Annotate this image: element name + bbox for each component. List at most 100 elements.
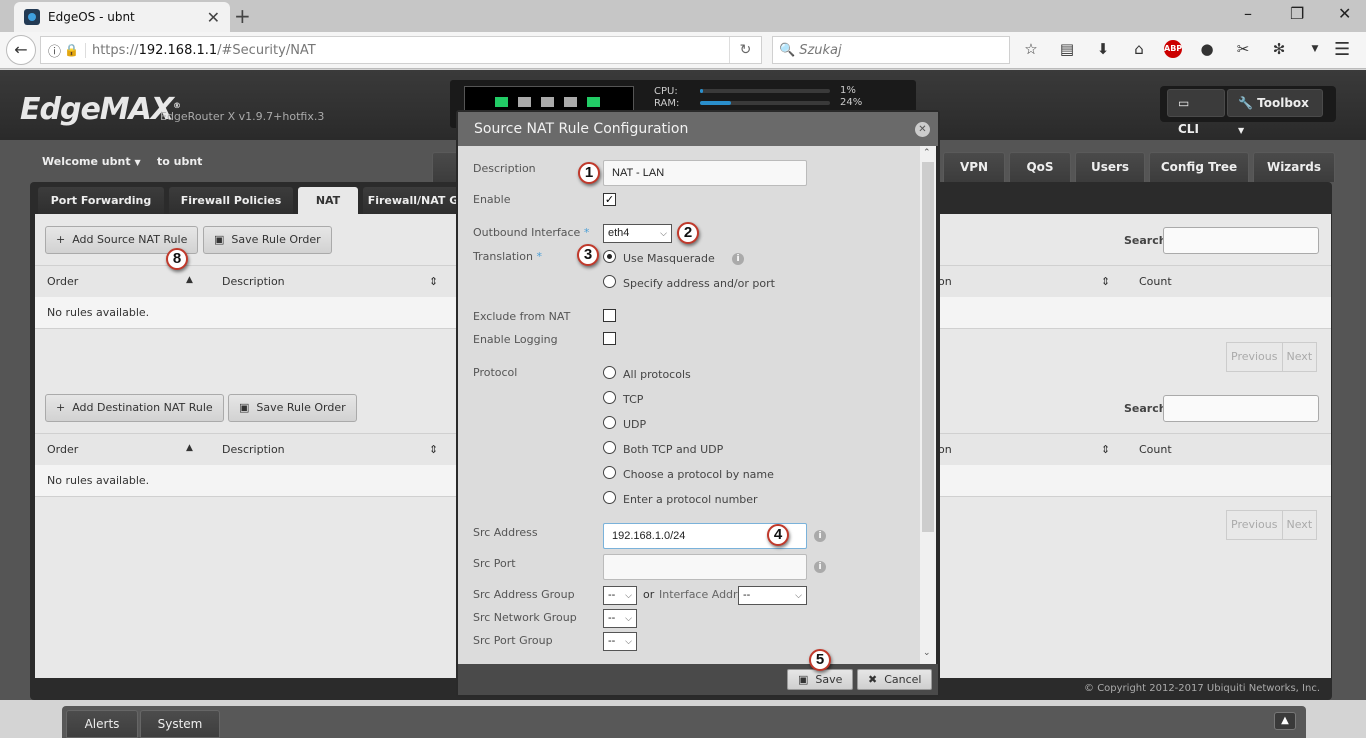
info-icon[interactable]: ⓘ bbox=[48, 41, 61, 60]
description-input[interactable]: NAT - LAN bbox=[603, 160, 807, 186]
new-tab-icon[interactable]: + bbox=[234, 4, 251, 28]
interface-addr-select[interactable]: -- ⌵ bbox=[738, 586, 807, 605]
next-button[interactable]: Next bbox=[1281, 511, 1317, 539]
next-button[interactable]: Next bbox=[1281, 343, 1317, 371]
scroll-down-icon[interactable]: ⌄ bbox=[923, 648, 931, 658]
outbound-interface-select[interactable]: eth4 ⌵ bbox=[603, 224, 672, 243]
or-label: or bbox=[643, 588, 655, 601]
src-port-group-label: Src Port Group bbox=[473, 634, 553, 647]
save-rule-order-button[interactable]: ▣ Save Rule Order bbox=[203, 226, 332, 254]
url-text[interactable]: https://192.168.1.1/#Security/NAT bbox=[84, 42, 316, 58]
ethernet-port-icon bbox=[495, 97, 508, 107]
previous-button[interactable]: Previous bbox=[1227, 343, 1282, 371]
masquerade-radio[interactable] bbox=[603, 250, 616, 263]
nav-tab-qos[interactable]: QoS bbox=[1009, 152, 1071, 182]
column-order[interactable]: Order bbox=[47, 275, 78, 288]
enable-logging-checkbox[interactable] bbox=[603, 332, 616, 345]
chevron-down-icon: ⌵ bbox=[660, 228, 667, 238]
src-address-group-select[interactable]: -- ⌵ bbox=[603, 586, 637, 605]
exclude-from-nat-checkbox[interactable] bbox=[603, 309, 616, 322]
protocol-all-radio[interactable] bbox=[603, 366, 616, 379]
dest-nat-pager: Previous Next bbox=[1226, 510, 1318, 540]
extension-icon[interactable]: ✻ bbox=[1268, 40, 1290, 58]
dest-nat-search-input[interactable] bbox=[1163, 395, 1319, 422]
info-icon[interactable]: i bbox=[814, 561, 826, 573]
adblock-icon[interactable]: ABP bbox=[1164, 40, 1182, 58]
screenshot-icon[interactable]: ✂ bbox=[1232, 40, 1254, 58]
save-icon: ▣ bbox=[798, 673, 809, 686]
overflow-dropdown-icon[interactable]: ▼ bbox=[1304, 44, 1326, 54]
menu-icon[interactable]: ☰ bbox=[1334, 39, 1350, 60]
bookmark-star-icon[interactable]: ☆ bbox=[1020, 40, 1042, 58]
save-button[interactable]: ▣ Save bbox=[787, 669, 854, 690]
protocol-option-label: All protocols bbox=[623, 368, 691, 381]
home-icon[interactable]: ⌂ bbox=[1128, 40, 1150, 58]
protocol-udp-radio[interactable] bbox=[603, 416, 616, 429]
protocol-tcp-radio[interactable] bbox=[603, 391, 616, 404]
cli-button[interactable]: ▭ CLI bbox=[1167, 89, 1225, 136]
previous-button[interactable]: Previous bbox=[1227, 511, 1282, 539]
reading-list-icon[interactable]: ▤ bbox=[1056, 40, 1078, 58]
dialog-body: Description NAT - LAN 1 Enable ✓ Outboun… bbox=[458, 146, 936, 664]
info-icon[interactable]: i bbox=[732, 253, 744, 265]
welcome-user-menu[interactable]: Welcome ubnt ▼ bbox=[42, 155, 141, 168]
column-description[interactable]: Description bbox=[222, 443, 285, 456]
minimize-icon[interactable]: – bbox=[1244, 4, 1252, 23]
column-count[interactable]: Count bbox=[1139, 443, 1172, 456]
browser-tab[interactable]: EdgeOS - ubnt ✕ bbox=[14, 2, 230, 32]
column-order[interactable]: Order bbox=[47, 443, 78, 456]
subtab-firewall-policies[interactable]: Firewall Policies bbox=[169, 187, 293, 215]
expand-up-icon[interactable]: ▲ bbox=[1274, 712, 1296, 730]
src-network-group-select[interactable]: -- ⌵ bbox=[603, 609, 637, 628]
add-destination-nat-rule-button[interactable]: + Add Destination NAT Rule bbox=[45, 394, 224, 422]
column-description[interactable]: Description bbox=[222, 275, 285, 288]
empty-message: No rules available. bbox=[47, 474, 150, 487]
address-bar[interactable]: ⓘ 🔒 https://192.168.1.1/#Security/NAT ↻ bbox=[40, 36, 762, 64]
subtab-firewall-nat-groups[interactable]: Firewall/NAT G bbox=[363, 187, 463, 215]
cancel-button[interactable]: ✖ Cancel bbox=[857, 669, 933, 690]
lock-warning-icon[interactable]: 🔒 bbox=[64, 43, 79, 57]
cpu-value: 1% bbox=[840, 85, 856, 96]
sort-icon[interactable]: ⇕ bbox=[1101, 275, 1110, 288]
info-icon[interactable]: i bbox=[814, 530, 826, 542]
close-icon[interactable]: ✕ bbox=[915, 122, 930, 137]
subtab-nat[interactable]: NAT bbox=[298, 187, 358, 215]
nav-tab-wizards[interactable]: Wizards bbox=[1253, 152, 1335, 182]
alerts-button[interactable]: Alerts bbox=[66, 710, 138, 738]
subtab-port-forwarding[interactable]: Port Forwarding bbox=[38, 187, 164, 215]
close-tab-icon[interactable]: ✕ bbox=[207, 8, 220, 27]
save-rule-order-button[interactable]: ▣ Save Rule Order bbox=[228, 394, 357, 422]
nav-tab-config-tree[interactable]: Config Tree bbox=[1149, 152, 1249, 182]
sort-icon[interactable]: ⇕ bbox=[429, 443, 438, 456]
download-icon[interactable]: ⬇ bbox=[1092, 40, 1114, 58]
color-picker-icon[interactable]: ● bbox=[1196, 40, 1218, 58]
dialog-scrollbar[interactable]: ⌃ ⌄ bbox=[920, 146, 936, 664]
protocol-number-radio[interactable] bbox=[603, 491, 616, 504]
protocol-tcp-udp-radio[interactable] bbox=[603, 441, 616, 454]
sort-asc-icon[interactable]: ▲ bbox=[186, 275, 193, 285]
close-window-icon[interactable]: ✕ bbox=[1338, 4, 1351, 23]
scroll-up-icon[interactable]: ⌃ bbox=[923, 148, 931, 158]
protocol-by-name-radio[interactable] bbox=[603, 466, 616, 479]
system-button[interactable]: System bbox=[140, 710, 220, 738]
sort-asc-icon[interactable]: ▲ bbox=[186, 443, 193, 453]
back-icon[interactable]: ← bbox=[6, 35, 36, 65]
terminal-icon: ▭ bbox=[1178, 96, 1190, 110]
specify-address-radio[interactable] bbox=[603, 275, 616, 288]
nav-tab-vpn[interactable]: VPN bbox=[943, 152, 1005, 182]
exclude-from-nat-label: Exclude from NAT bbox=[473, 310, 571, 323]
chevron-down-icon: ▼ bbox=[134, 158, 141, 167]
enable-checkbox[interactable]: ✓ bbox=[603, 193, 616, 206]
restore-icon[interactable]: ❐ bbox=[1290, 4, 1304, 23]
nav-tab-users[interactable]: Users bbox=[1075, 152, 1145, 182]
reload-icon[interactable]: ↻ bbox=[729, 37, 761, 63]
column-count[interactable]: Count bbox=[1139, 275, 1172, 288]
source-nat-search-input[interactable] bbox=[1163, 227, 1319, 254]
toolbox-button[interactable]: 🔧 Toolbox ▼ bbox=[1227, 89, 1323, 135]
sort-icon[interactable]: ⇕ bbox=[1101, 443, 1110, 456]
sort-icon[interactable]: ⇕ bbox=[429, 275, 438, 288]
src-port-input[interactable] bbox=[603, 554, 807, 580]
src-port-group-select[interactable]: -- ⌵ bbox=[603, 632, 637, 651]
scrollbar-thumb[interactable] bbox=[922, 162, 934, 532]
browser-search-input[interactable]: 🔍 Szukaj bbox=[772, 36, 1010, 64]
